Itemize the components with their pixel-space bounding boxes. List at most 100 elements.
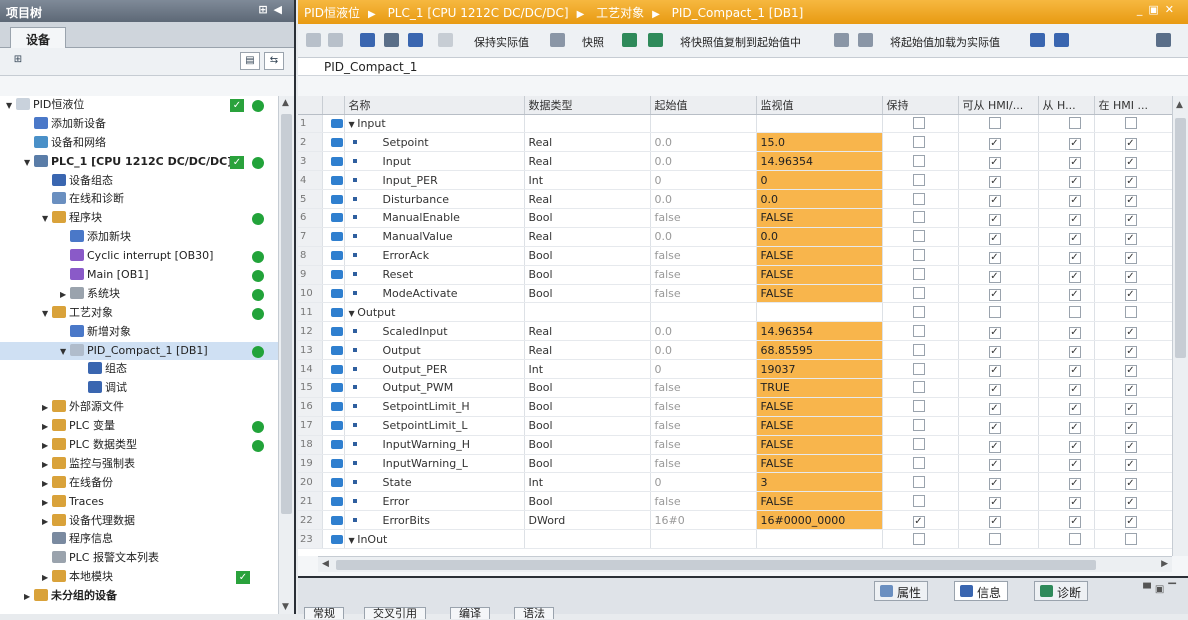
hmi-write-cell[interactable] — [1038, 114, 1095, 134]
hmi-write-cell[interactable] — [1038, 472, 1095, 493]
checkbox[interactable] — [1068, 346, 1081, 359]
hmi-access-cell[interactable] — [958, 284, 1039, 304]
checkbox[interactable] — [988, 383, 1001, 396]
type-cell[interactable]: Real — [524, 321, 651, 342]
tree-item[interactable]: ▼ PID恒液位 ✓ — [0, 96, 278, 115]
hmi-access-cell[interactable] — [958, 491, 1039, 512]
expand-arrow-icon[interactable]: ▶ — [42, 437, 52, 456]
col-monitor[interactable]: 监视值 — [756, 96, 883, 115]
copy-snapshot-button[interactable]: 将快照值复制到起始值中 — [680, 34, 801, 50]
retain-cell[interactable] — [882, 472, 959, 493]
hmi-visible-cell[interactable] — [1094, 132, 1172, 153]
checkbox[interactable] — [988, 402, 1001, 415]
type-cell[interactable]: Bool — [524, 246, 651, 266]
name-cell[interactable]: ModeActivate — [344, 284, 525, 304]
retain-cell[interactable] — [882, 151, 959, 172]
snapshot-button[interactable]: 快照 — [582, 34, 604, 50]
hmi-access-cell[interactable] — [958, 114, 1039, 134]
type-cell[interactable]: Bool — [524, 265, 651, 285]
checkbox[interactable] — [988, 213, 1001, 226]
type-cell[interactable]: Bool — [524, 491, 651, 512]
type-cell[interactable]: Real — [524, 189, 651, 209]
col-hmi-visible[interactable]: 在 HMI ... — [1094, 96, 1172, 115]
checkbox[interactable] — [1124, 213, 1137, 226]
retain-cell[interactable] — [882, 265, 959, 285]
start-value-cell[interactable]: 0.0 — [650, 340, 757, 361]
retain-cell[interactable] — [882, 529, 959, 549]
hmi-visible-cell[interactable] — [1094, 340, 1172, 361]
checkbox[interactable] — [988, 305, 1001, 318]
retain-cell[interactable] — [882, 491, 959, 512]
table-row[interactable]: 13 Output Real 0.0 68.85595 — [298, 340, 1172, 361]
name-cell[interactable]: State — [344, 472, 525, 493]
table-row[interactable]: 20 State Int 0 3 — [298, 472, 1172, 493]
hmi-write-cell[interactable] — [1038, 132, 1095, 153]
monitor-value-cell[interactable]: 0.0 — [756, 189, 883, 209]
checkbox[interactable] — [1068, 138, 1081, 151]
monitor-value-cell[interactable] — [756, 529, 883, 549]
hmi-write-cell[interactable] — [1038, 302, 1095, 323]
subtab-crossref[interactable]: 交叉引用 — [364, 607, 426, 620]
tree-item[interactable]: ▶ Traces — [0, 493, 278, 512]
table-row[interactable]: 4 Input_PER Int 0 0 — [298, 170, 1172, 191]
hmi-write-cell[interactable] — [1038, 208, 1095, 228]
checkbox[interactable] — [1124, 421, 1137, 434]
retain-cell[interactable] — [882, 359, 959, 379]
checkbox[interactable] — [1068, 251, 1081, 264]
monitor-value-cell[interactable]: FALSE — [756, 416, 883, 436]
checkbox[interactable] — [1124, 402, 1137, 415]
checkbox[interactable] — [1124, 270, 1137, 283]
hmi-visible-cell[interactable] — [1094, 284, 1172, 304]
table-row[interactable]: 16 SetpointLimit_H Bool false FALSE — [298, 397, 1172, 417]
retain-cell[interactable] — [882, 170, 959, 191]
checkbox[interactable] — [912, 516, 925, 529]
expand-arrow-icon[interactable]: ▶ — [24, 588, 34, 607]
checkbox[interactable] — [1124, 195, 1137, 207]
checkbox[interactable] — [1068, 383, 1081, 396]
monitor-icon[interactable] — [438, 33, 453, 47]
hmi-visible-cell[interactable] — [1094, 529, 1172, 549]
hmi-visible-cell[interactable] — [1094, 302, 1172, 323]
retain-cell[interactable] — [882, 284, 959, 304]
name-cell[interactable]: ManualEnable — [344, 208, 525, 228]
type-cell[interactable]: Bool — [524, 378, 651, 398]
start-value-cell[interactable]: 0 — [650, 472, 757, 493]
table-vertical-scrollbar[interactable]: ▲ — [1172, 96, 1188, 556]
checkbox[interactable] — [988, 440, 1001, 453]
type-cell[interactable]: Bool — [524, 208, 651, 228]
start-value-cell[interactable]: 0 — [650, 359, 757, 379]
expand-arrow-icon[interactable]: ▼ — [42, 210, 52, 229]
hmi-write-cell[interactable] — [1038, 246, 1095, 266]
checkbox[interactable] — [988, 289, 1001, 302]
breadcrumb-item[interactable]: PID恒液位 — [304, 6, 360, 20]
expand-arrow-icon[interactable]: ▶ — [42, 513, 52, 532]
checkbox[interactable] — [1124, 440, 1137, 453]
checkbox[interactable] — [1124, 251, 1137, 264]
checkbox[interactable] — [1068, 459, 1081, 472]
type-cell[interactable]: Real — [524, 227, 651, 247]
hmi-visible-cell[interactable] — [1094, 397, 1172, 417]
checkbox[interactable] — [1068, 365, 1081, 378]
hmi-access-cell[interactable] — [958, 510, 1039, 531]
tab-properties[interactable]: 属性 — [874, 581, 929, 601]
monitor-value-cell[interactable] — [756, 114, 883, 134]
hmi-visible-cell[interactable] — [1094, 114, 1172, 134]
checkbox[interactable] — [912, 230, 925, 243]
hmi-visible-cell[interactable] — [1094, 472, 1172, 493]
table-row[interactable]: 17 SetpointLimit_L Bool false FALSE — [298, 416, 1172, 436]
checkbox[interactable] — [988, 251, 1001, 264]
name-cell[interactable]: Input_PER — [344, 170, 525, 191]
table-row[interactable]: 23 ▼ InOut — [298, 529, 1172, 549]
start-value-cell[interactable]: false — [650, 284, 757, 304]
hmi-visible-cell[interactable] — [1094, 208, 1172, 228]
device-icon[interactable]: ⇆ — [264, 52, 284, 70]
table-row[interactable]: 8 ErrorAck Bool false FALSE — [298, 246, 1172, 266]
name-cell[interactable]: SetpointLimit_H — [344, 397, 525, 417]
checkbox[interactable] — [1068, 232, 1081, 245]
checkbox[interactable] — [988, 516, 1001, 529]
col-hmi-write[interactable]: 从 H... — [1038, 96, 1095, 115]
list-icon[interactable] — [408, 33, 423, 47]
table-row[interactable]: 18 InputWarning_H Bool false FALSE — [298, 435, 1172, 455]
start-value-cell[interactable]: 0.0 — [650, 189, 757, 209]
hmi-visible-cell[interactable] — [1094, 435, 1172, 455]
